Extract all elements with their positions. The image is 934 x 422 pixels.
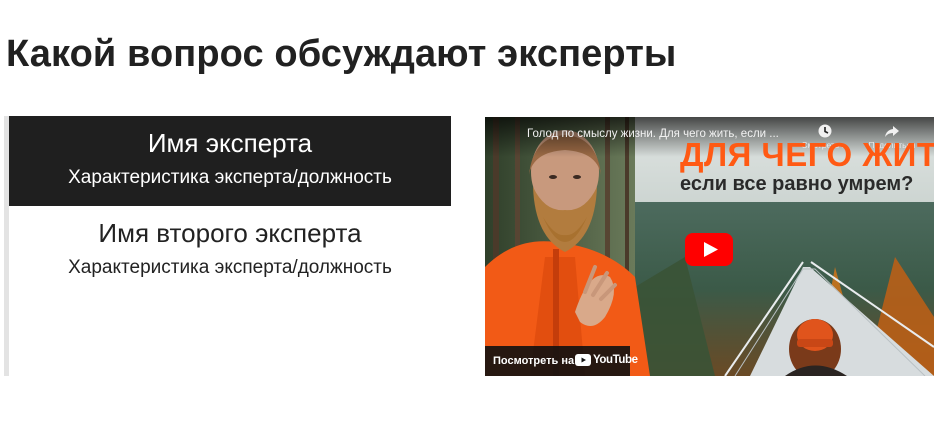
expert-name: Имя эксперта: [147, 128, 313, 158]
play-icon[interactable]: [685, 233, 733, 266]
watch-on-youtube-button[interactable]: Посмотреть на YouTube: [485, 346, 638, 376]
video-player[interactable]: Голод по смыслу жизни. Для чего жить, ес…: [485, 117, 934, 376]
expert-name: Имя второго эксперта: [98, 218, 362, 248]
expert-item-2[interactable]: Имя второго эксперта Характеристика эксп…: [9, 206, 451, 296]
expert-description: Характеристика эксперта/должность: [68, 167, 392, 188]
thumbnail-headline-line2: если все равно умрем?: [680, 173, 914, 195]
page-title: Какой вопрос обсуждают эксперты: [6, 33, 677, 75]
expert-item-1[interactable]: Имя эксперта Характеристика эксперта/дол…: [9, 116, 451, 206]
watch-on-label: Посмотреть на: [493, 355, 575, 367]
youtube-logo-icon: [575, 354, 591, 366]
experts-list: Имя эксперта Характеристика эксперта/дол…: [4, 116, 451, 376]
expert-description: Характеристика эксперта/должность: [68, 257, 392, 278]
platform-name: YouTube: [593, 354, 638, 366]
thumbnail-headline-line1: ДЛЯ ЧЕГО ЖИТЬ,: [680, 136, 934, 173]
